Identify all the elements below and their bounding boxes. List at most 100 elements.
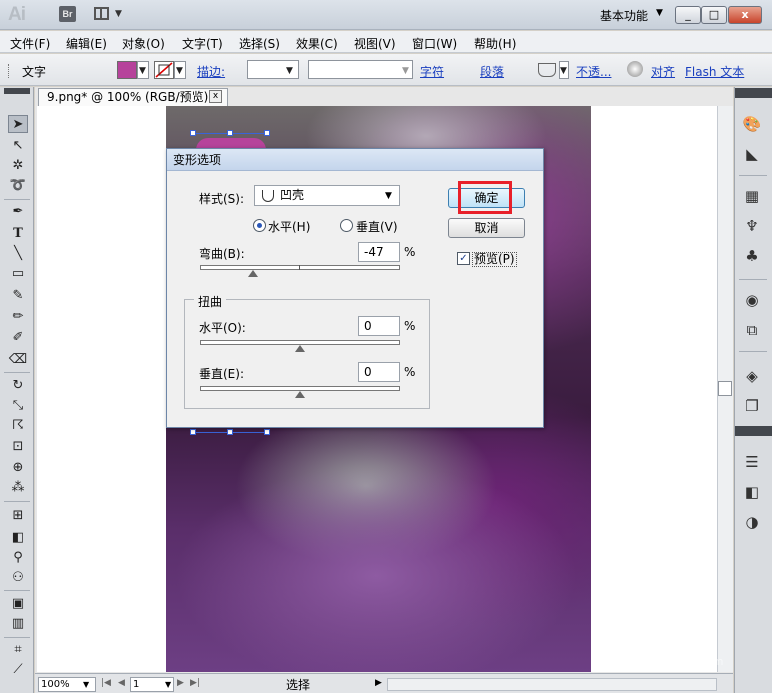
gradient-tool-icon[interactable]: ◧: [8, 529, 28, 547]
graphic-styles-icon[interactable]: ◉: [742, 290, 762, 310]
vertical-radio[interactable]: [340, 219, 353, 232]
selection-handle[interactable]: [190, 429, 196, 435]
color-panel-icon[interactable]: 🎨: [742, 114, 762, 134]
horizontal-radio[interactable]: [253, 219, 266, 232]
eraser-tool-icon[interactable]: ⌫: [8, 351, 28, 369]
chevron-right-icon[interactable]: ▶: [375, 678, 382, 688]
symbols-icon[interactable]: ♣: [742, 246, 762, 266]
rectangle-tool-icon[interactable]: ▭: [8, 265, 28, 283]
selection-handle[interactable]: [227, 429, 233, 435]
envelope-icon[interactable]: [538, 63, 556, 77]
blob-brush-tool-icon[interactable]: ✐: [8, 329, 28, 347]
bridge-button[interactable]: Br: [59, 6, 76, 22]
workspace-switcher[interactable]: 基本功能: [600, 7, 648, 24]
selection-handle[interactable]: [190, 130, 196, 136]
rotate-tool-icon[interactable]: ↻: [8, 377, 28, 395]
status-mode[interactable]: 选择: [286, 676, 310, 693]
eyedropper-tool-icon[interactable]: ⚲: [8, 549, 28, 567]
type-tool-icon[interactable]: T: [8, 225, 28, 243]
align-link[interactable]: 对齐: [651, 63, 675, 80]
transparency-icon[interactable]: ◑: [742, 512, 762, 532]
preview-checkbox[interactable]: ✓: [457, 252, 470, 265]
horizontal-label[interactable]: 水平(H): [268, 218, 310, 235]
paragraph-link[interactable]: 段落: [480, 63, 504, 80]
menu-object[interactable]: 对象(O): [122, 35, 165, 52]
horizontal-scrollbar[interactable]: [387, 678, 717, 691]
scale-tool-icon[interactable]: ⤡: [8, 397, 28, 415]
next-page-icon[interactable]: ▶: [177, 678, 184, 688]
pen-tool-icon[interactable]: ✒: [8, 203, 28, 221]
bend-slider-track[interactable]: [200, 265, 400, 270]
selection-handle[interactable]: [264, 429, 270, 435]
chevron-down-icon[interactable]: ▼: [656, 8, 663, 18]
selection-tool-icon[interactable]: ➤: [8, 115, 28, 133]
close-tab-button[interactable]: x: [209, 90, 222, 103]
close-button[interactable]: x: [728, 6, 762, 24]
preview-label[interactable]: 预览(P): [472, 252, 517, 267]
artboards-icon[interactable]: ❐: [742, 396, 762, 416]
warp-tool-icon[interactable]: ☈: [8, 417, 28, 435]
magic-wand-tool-icon[interactable]: ✲: [8, 157, 28, 175]
bend-slider-thumb[interactable]: [248, 270, 258, 277]
paintbrush-tool-icon[interactable]: ✎: [8, 287, 28, 305]
recolor-icon[interactable]: [627, 61, 643, 77]
menu-window[interactable]: 窗口(W): [412, 35, 457, 52]
live-paint-tool-icon[interactable]: ▣: [8, 595, 28, 613]
gradient-panel-icon[interactable]: ◧: [742, 482, 762, 502]
chevron-down-icon[interactable]: ▼: [385, 191, 392, 201]
last-page-icon[interactable]: ▶|: [190, 678, 200, 688]
scrollbar-thumb[interactable]: [718, 381, 732, 396]
cancel-button[interactable]: 取消: [448, 218, 525, 238]
vertical-label[interactable]: 垂直(V): [356, 218, 398, 235]
lasso-tool-icon[interactable]: ➰: [8, 177, 28, 195]
distort-horizontal-slider-thumb[interactable]: [295, 345, 305, 352]
artboard-tool-icon[interactable]: ⌗: [8, 641, 28, 659]
menu-edit[interactable]: 编辑(E): [66, 35, 107, 52]
shape-builder-tool-icon[interactable]: ⊕: [8, 459, 28, 477]
brushes-icon[interactable]: ♆: [742, 216, 762, 236]
first-page-icon[interactable]: |◀: [101, 678, 111, 688]
distort-vertical-slider-thumb[interactable]: [295, 391, 305, 398]
stroke-link[interactable]: 描边:: [197, 63, 225, 80]
menu-type[interactable]: 文字(T): [182, 35, 223, 52]
menu-file[interactable]: 文件(F): [10, 35, 50, 52]
prev-page-icon[interactable]: ◀: [118, 678, 125, 688]
maximize-button[interactable]: □: [701, 6, 727, 24]
bend-input[interactable]: -47: [358, 242, 400, 262]
flash-text-link[interactable]: Flash 文本: [685, 63, 744, 80]
color-guide-icon[interactable]: ◣: [742, 144, 762, 164]
distort-horizontal-input[interactable]: 0: [358, 316, 400, 336]
chevron-down-icon[interactable]: ▼: [165, 680, 171, 689]
brush-dropdown[interactable]: [308, 60, 413, 79]
appearance-icon[interactable]: ⧉: [742, 320, 762, 340]
pencil-tool-icon[interactable]: ✏: [8, 308, 28, 326]
line-tool-icon[interactable]: ╲: [8, 245, 28, 263]
arrange-documents-button[interactable]: ▼: [94, 6, 126, 22]
mesh-tool-icon[interactable]: ⊞: [8, 507, 28, 525]
stroke-panel-icon[interactable]: ☰: [742, 452, 762, 472]
slice-tool-icon[interactable]: ⟋: [8, 661, 28, 679]
distort-vertical-input[interactable]: 0: [358, 362, 400, 382]
layers-icon[interactable]: ◈: [742, 366, 762, 386]
dialog-title: 变形选项: [167, 149, 543, 171]
selection-handle[interactable]: [227, 130, 233, 136]
free-transform-tool-icon[interactable]: ⊡: [8, 438, 28, 456]
chevron-down-icon[interactable]: ▼: [83, 680, 89, 689]
swatches-icon[interactable]: ▦: [742, 186, 762, 206]
opacity-link[interactable]: 不透...: [576, 63, 611, 80]
fill-swatch[interactable]: [117, 61, 137, 79]
graph-tool-icon[interactable]: ▥: [8, 615, 28, 633]
stroke-swatch[interactable]: [154, 61, 174, 79]
blend-tool-icon[interactable]: ⚇: [8, 569, 28, 587]
symbol-sprayer-tool-icon[interactable]: ⁂: [8, 479, 28, 497]
direct-selection-tool-icon[interactable]: ↖: [8, 137, 28, 155]
selection-handle[interactable]: [264, 130, 270, 136]
menu-help[interactable]: 帮助(H): [474, 35, 516, 52]
document-tab[interactable]: 9.png* @ 100% (RGB/预览): [38, 88, 228, 106]
menu-effect[interactable]: 效果(C): [296, 35, 338, 52]
minimize-button[interactable]: _: [675, 6, 701, 24]
character-link[interactable]: 字符: [420, 63, 444, 80]
style-select[interactable]: 凹壳: [254, 185, 400, 206]
menu-view[interactable]: 视图(V): [354, 35, 396, 52]
menu-select[interactable]: 选择(S): [239, 35, 280, 52]
